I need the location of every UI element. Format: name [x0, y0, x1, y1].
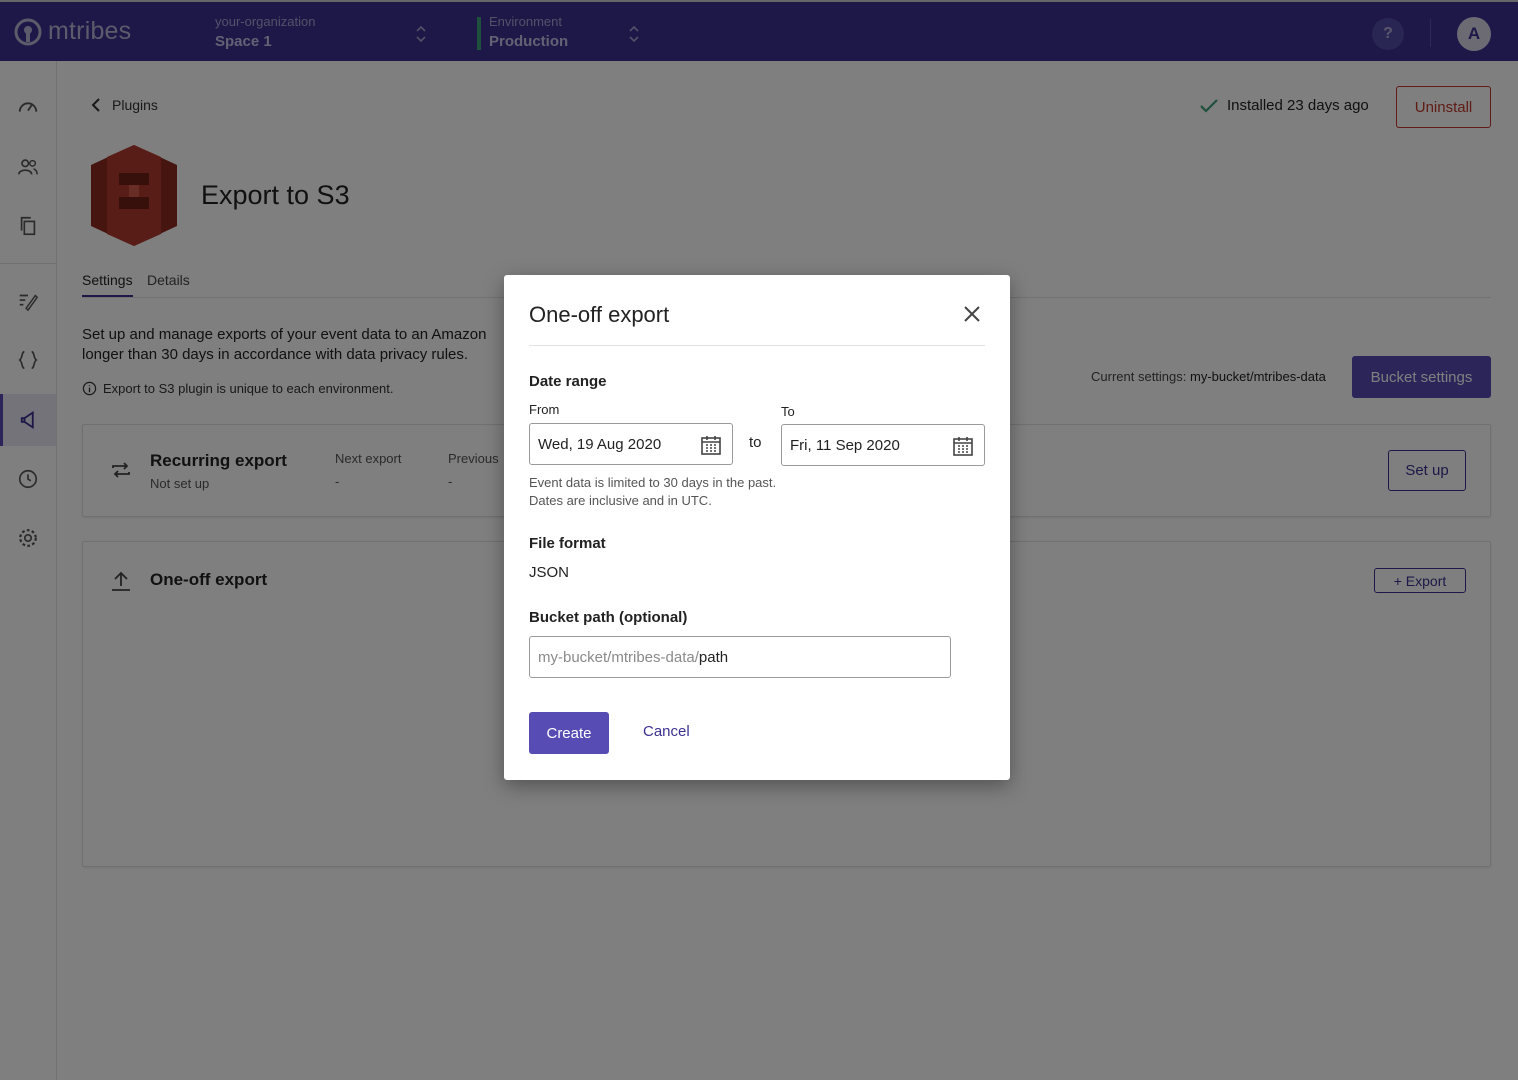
bucket-path-prefix: my-bucket/mtribes-data/: [538, 648, 699, 666]
file-format-value: JSON: [529, 564, 570, 581]
to-date-input[interactable]: Fri, 11 Sep 2020: [781, 424, 985, 466]
dialog-divider: [529, 345, 985, 346]
bucket-path-input[interactable]: my-bucket/mtribes-data/path: [529, 636, 951, 678]
date-hint: Event data is limited to 30 days in the …: [529, 474, 776, 510]
from-date-value: Wed, 19 Aug 2020: [538, 435, 662, 453]
calendar-icon[interactable]: [952, 435, 974, 457]
date-range-label: Date range: [529, 373, 607, 390]
bucket-path-label: Bucket path (optional): [529, 609, 688, 626]
date-hint-line2: Dates are inclusive and in UTC.: [529, 493, 712, 508]
close-icon[interactable]: [962, 304, 982, 324]
to-label: To: [781, 404, 795, 419]
from-label: From: [529, 402, 560, 417]
cancel-button[interactable]: Cancel: [643, 723, 690, 740]
date-hint-line1: Event data is limited to 30 days in the …: [529, 475, 777, 490]
oneoff-export-dialog: One-off export Date range From To Wed, 1…: [504, 275, 1010, 780]
calendar-icon[interactable]: [700, 434, 722, 456]
dialog-title: One-off export: [529, 302, 670, 327]
from-date-input[interactable]: Wed, 19 Aug 2020: [529, 423, 733, 465]
file-format-label: File format: [529, 535, 606, 552]
create-button[interactable]: Create: [529, 712, 609, 754]
bucket-path-value: path: [698, 648, 729, 666]
to-separator: to: [749, 434, 762, 451]
to-date-value: Fri, 11 Sep 2020: [790, 436, 900, 454]
